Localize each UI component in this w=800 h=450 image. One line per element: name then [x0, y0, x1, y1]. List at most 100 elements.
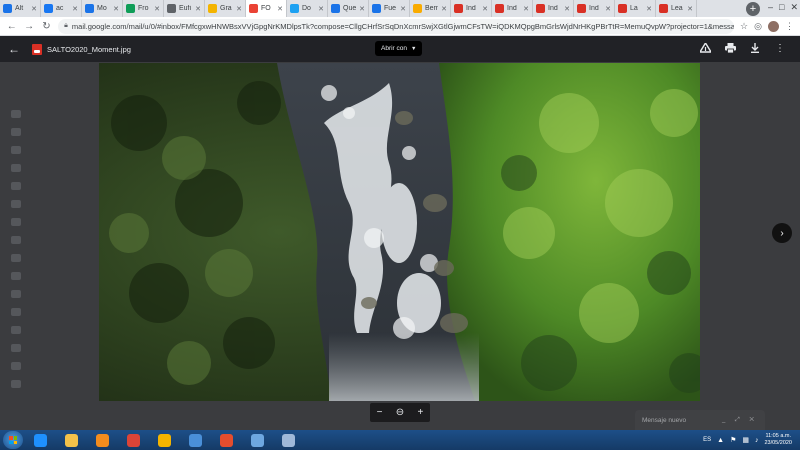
- taskbar-app-audio[interactable]: [151, 431, 178, 449]
- close-tab-icon[interactable]: ✕: [154, 5, 160, 13]
- taskbar-app-word[interactable]: [182, 431, 209, 449]
- browser-tab[interactable]: ac ✕: [41, 0, 82, 17]
- flag-icon[interactable]: ⚑: [730, 436, 736, 444]
- taskbar-app-network[interactable]: [275, 431, 302, 449]
- forward-icon[interactable]: →: [23, 21, 34, 32]
- taskbar-app-media[interactable]: [89, 431, 116, 449]
- language-indicator[interactable]: ES: [703, 437, 711, 443]
- browser-tab[interactable]: Ind ✕: [451, 0, 492, 17]
- taskbar-app-anydesk[interactable]: [213, 431, 240, 449]
- tab-title: ac: [56, 5, 64, 12]
- profile-avatar[interactable]: [767, 20, 779, 32]
- minimize-icon[interactable]: –: [768, 2, 773, 13]
- close-tab-icon[interactable]: ✕: [318, 5, 324, 13]
- tab-favicon-icon: [85, 4, 94, 13]
- maximize-icon[interactable]: □: [779, 2, 784, 13]
- gmail-nav-ghost-icon: [11, 362, 21, 370]
- browser-tab[interactable]: Fue ✕: [369, 0, 410, 17]
- compose-window-minimized[interactable]: Mensaje nuevo _ ⤢ ✕: [635, 410, 765, 430]
- taskbar-app-chrome[interactable]: [120, 431, 147, 449]
- clock[interactable]: 11:05 a.m. 23/05/2020: [764, 433, 792, 447]
- more-options-icon[interactable]: ⋮: [774, 42, 786, 54]
- close-tab-icon[interactable]: ✕: [31, 5, 37, 13]
- taskbar-app-explorer[interactable]: [58, 431, 85, 449]
- close-tab-icon[interactable]: ✕: [113, 5, 119, 13]
- reload-icon[interactable]: ↻: [41, 21, 52, 32]
- close-tab-icon[interactable]: ✕: [646, 5, 652, 13]
- compose-window-controls-icon[interactable]: _ ⤢ ✕: [722, 417, 758, 424]
- close-tab-icon[interactable]: ✕: [236, 5, 242, 13]
- explorer-icon: [65, 433, 78, 447]
- close-tab-icon[interactable]: ✕: [441, 5, 447, 13]
- close-window-icon[interactable]: ✕: [790, 2, 798, 13]
- file-name: SALTO2020_Moment.jpg: [47, 44, 131, 54]
- menu-kebab-icon[interactable]: ⋮: [785, 21, 794, 32]
- print-icon[interactable]: [724, 42, 736, 54]
- clock-date: 23/05/2020: [764, 440, 792, 446]
- gmail-nav-ghost-icon: [11, 200, 21, 208]
- browser-tab[interactable]: Ind ✕: [574, 0, 615, 17]
- zoom-out-button[interactable]: −: [377, 407, 383, 418]
- tab-title: Fro: [138, 5, 149, 12]
- add-to-drive-icon[interactable]: [699, 42, 711, 54]
- network-icon[interactable]: ▦: [742, 436, 749, 444]
- new-tab-button[interactable]: +: [746, 1, 760, 16]
- tab-favicon-icon: [454, 4, 463, 13]
- browser-tab[interactable]: Bemo✕: [410, 0, 451, 17]
- close-tab-icon[interactable]: ✕: [72, 5, 78, 13]
- browser-tab[interactable]: Ind ✕: [492, 0, 533, 17]
- close-tab-icon[interactable]: ✕: [277, 5, 283, 13]
- tab-favicon-icon: [495, 4, 504, 13]
- close-tab-icon[interactable]: ✕: [605, 5, 611, 13]
- close-tab-icon[interactable]: ✕: [564, 5, 570, 13]
- tab-favicon-icon: [413, 4, 422, 13]
- browser-tab[interactable]: Lea ✕: [656, 0, 697, 17]
- browser-tab[interactable]: Gra ✕: [205, 0, 246, 17]
- chrome-icon: [127, 433, 140, 447]
- back-icon[interactable]: ←: [6, 21, 17, 32]
- zoom-reset-icon[interactable]: ⊖: [396, 407, 404, 418]
- browser-tab[interactable]: La ✕: [615, 0, 656, 17]
- browser-tab[interactable]: FO ✕: [246, 0, 287, 17]
- open-with-button[interactable]: Abrir con ▼: [375, 41, 423, 56]
- taskbar-app-ie[interactable]: [27, 431, 54, 449]
- gmail-nav-ghost-icon: [11, 344, 21, 352]
- close-tab-icon[interactable]: ✕: [482, 5, 488, 13]
- browser-tab[interactable]: Alt ✕: [0, 0, 41, 17]
- gmail-nav-ghost-icon: [11, 290, 21, 298]
- close-tab-icon[interactable]: ✕: [195, 5, 201, 13]
- system-tray: ES ▲ ⚑ ▦ ♪ 11:05 a.m. 23/05/2020: [703, 433, 800, 447]
- next-image-button[interactable]: ›: [772, 223, 792, 243]
- browser-tab[interactable]: Eufi ✕: [164, 0, 205, 17]
- url-field[interactable]: 🔒︎ mail.google.com/mail/u/0/#inbox/FMfcg…: [58, 18, 735, 34]
- download-icon[interactable]: [749, 42, 761, 54]
- zoom-in-button[interactable]: +: [417, 407, 423, 418]
- close-tab-icon[interactable]: ✕: [359, 5, 365, 13]
- start-button[interactable]: [3, 431, 23, 449]
- volume-icon[interactable]: ♪: [755, 437, 759, 444]
- gmail-nav-ghost-icon: [11, 164, 21, 172]
- clock-time: 11:05 a.m.: [765, 433, 792, 439]
- network-icon: [282, 433, 295, 447]
- tab-favicon-icon: [331, 4, 340, 13]
- close-tab-icon[interactable]: ✕: [523, 5, 529, 13]
- extension-icon[interactable]: ◎: [754, 21, 762, 32]
- browser-tab[interactable]: Do ✕: [287, 0, 328, 17]
- zoom-controls: − ⊖ +: [370, 403, 430, 422]
- aerial-waterfall-photo: [99, 63, 700, 401]
- close-tab-icon[interactable]: ✕: [687, 5, 693, 13]
- bookmark-star-icon[interactable]: ☆: [740, 21, 748, 32]
- browser-tab[interactable]: Fro ✕: [123, 0, 164, 17]
- browser-tab[interactable]: Que ✕: [328, 0, 369, 17]
- ie-icon: [34, 433, 47, 447]
- gmail-nav-ghost-icon: [11, 272, 21, 280]
- close-viewer-arrow-icon[interactable]: ←: [8, 42, 24, 56]
- close-tab-icon[interactable]: ✕: [400, 5, 406, 13]
- tab-title: Fue: [384, 5, 397, 12]
- gmail-nav-ghost-icon: [11, 380, 21, 388]
- browser-tab[interactable]: Ind ✕: [533, 0, 574, 17]
- browser-tab[interactable]: Mo ✕: [82, 0, 123, 17]
- tray-expand-icon[interactable]: ▲: [717, 437, 724, 444]
- taskbar-app-screen[interactable]: [244, 431, 271, 449]
- word-icon: [189, 433, 202, 447]
